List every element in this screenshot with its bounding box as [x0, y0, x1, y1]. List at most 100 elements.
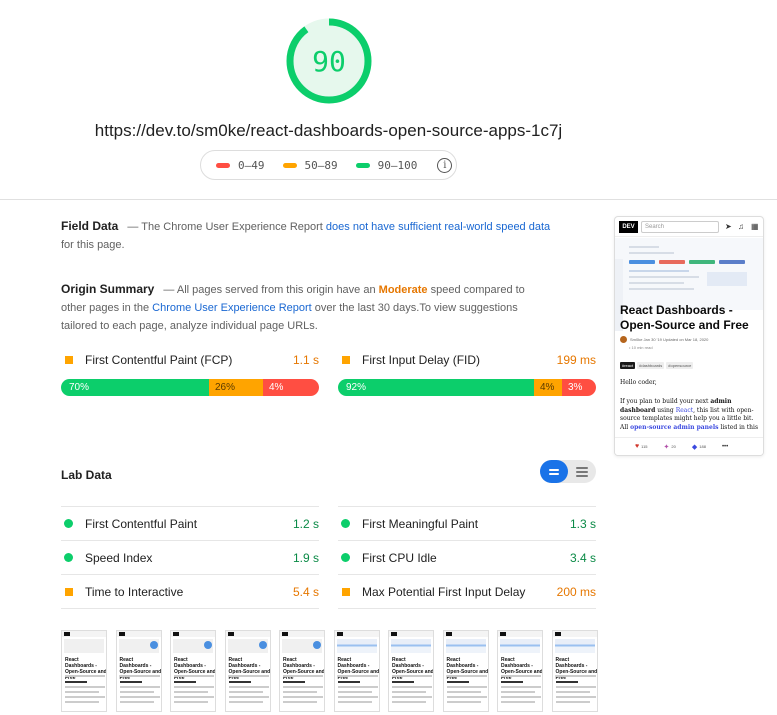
tag: #react [620, 362, 636, 369]
distribution-fast: 70% [61, 379, 209, 396]
origin-summary-text-1: — All pages served from this origin have… [163, 284, 376, 296]
performance-score: 90 [312, 44, 346, 78]
article-meta: Sm0ke Jan 30 '19 Updated on Mar 18, 2020 [620, 336, 708, 343]
reaction-count: 20 [671, 444, 676, 449]
filmstrip-frame: React Dashboards - Open-Source and Free [497, 630, 543, 712]
filmstrip-frame: React Dashboards - Open-Source and Free [61, 630, 107, 712]
lab-metric-row: First CPU Idle 3.4 s [338, 540, 596, 574]
frame-title: React Dashboards - Open-Source and Free [501, 657, 543, 681]
lab-metric-label: First Contentful Paint [85, 516, 198, 531]
legend-label-average: 50–89 [304, 158, 338, 172]
compact-view-button[interactable] [540, 460, 568, 483]
distribution-average: 26% [209, 379, 263, 396]
lab-metric-label: Speed Index [85, 550, 153, 565]
lab-metric-value: 1.2 s [292, 516, 319, 531]
performance-score-gauge: 90 [285, 17, 373, 105]
field-data-title: Field Data [61, 219, 119, 233]
dev-logo: DEV [619, 221, 638, 233]
distribution-bar: 92% 4% 3% [338, 379, 596, 396]
lab-metrics-right: First Meaningful Paint 1.3 s First CPU I… [338, 506, 596, 609]
field-data-section: Field Data — The Chrome User Experience … [61, 217, 551, 254]
filmstrip-frame: React Dashboards - Open-Source and Free [333, 630, 380, 712]
header-divider [0, 199, 777, 200]
average-square-icon [65, 356, 73, 364]
lab-metric-label: First CPU Idle [362, 550, 437, 565]
filmstrip-frame: React Dashboards - Open-Source and Free [224, 630, 271, 712]
lab-metric-row: Max Potential First Input Delay 200 ms [338, 574, 596, 608]
filmstrip-frame: React Dashboards - Open-Source and Free [115, 630, 162, 712]
legend-item-average: 50–89 [282, 158, 338, 172]
crux-report-link[interactable]: Chrome User Experience Report [152, 302, 312, 314]
origin-summary-section: Origin Summary — All pages served from t… [61, 280, 551, 335]
legend-swatch-fail [216, 162, 230, 168]
frame-title: React Dashboards - Open-Source and Free [228, 657, 271, 681]
tag: #opensource [666, 362, 694, 369]
distribution-slow: 4% [263, 379, 319, 396]
lab-metric-row: Time to Interactive 5.4 s [61, 574, 319, 608]
filmstrip-frame: React Dashboards - Open-Source and Free [442, 630, 489, 712]
legend-label-pass: 90–100 [377, 158, 418, 172]
legend-item-fail: 0–49 [216, 159, 265, 172]
reaction-bar: ♥ 115 ✦ 20 ◆ 188 ••• [615, 437, 763, 455]
origin-metric-fid: First Input Delay (FID) 199 ms 92% 4% 3% [338, 350, 596, 396]
lab-metric-row: Speed Index 1.9 s [61, 540, 319, 574]
filmstrip-frame: React Dashboards - Open-Source and Free [279, 630, 325, 712]
field-data-text: — The Chrome User Experience Report [127, 221, 323, 233]
legend-label-fail: 0–49 [238, 158, 265, 172]
frame-title: React Dashboards - Open-Source and Free [446, 657, 489, 681]
expanded-view-button[interactable] [568, 460, 596, 483]
distribution-average: 4% [534, 379, 562, 396]
article-meta-text: Sm0ke Jan 30 '19 Updated on Mar 18, 2020 [630, 337, 709, 342]
lab-metric-value: 5.4 s [292, 584, 319, 599]
frame-title: React Dashboards - Open-Source and Free [392, 657, 434, 681]
pass-circle-icon [341, 553, 350, 562]
tag: #dashboards [637, 362, 665, 369]
field-data-link[interactable]: does not have sufficient real-world spee… [326, 221, 550, 233]
lab-metric-value: 200 ms [556, 584, 596, 599]
frame-title: React Dashboards - Open-Source and Free [283, 657, 325, 681]
average-square-icon [342, 587, 350, 596]
screenshot-search: Search [641, 221, 719, 233]
lab-metrics-left: First Contentful Paint 1.2 s Speed Index… [61, 506, 319, 609]
filmstrip-frame: React Dashboards - Open-Source and Free [170, 630, 216, 712]
origin-metric-fcp: First Contentful Paint (FCP) 1.1 s 70% 2… [61, 350, 319, 396]
filmstrip-frame: React Dashboards - Open-Source and Free [388, 630, 434, 712]
lab-divider [338, 608, 596, 609]
pass-circle-icon [64, 519, 73, 528]
lab-metric-value: 1.9 s [292, 550, 319, 565]
lab-metric-value: 3.4 s [569, 550, 596, 565]
pass-circle-icon [64, 553, 73, 562]
lab-divider [61, 608, 319, 609]
origin-summary-title: Origin Summary [61, 282, 155, 296]
frame-title: React Dashboards - Open-Source and Free [119, 657, 162, 681]
cover-image [615, 238, 763, 331]
distribution-bar: 70% 26% 4% [61, 379, 319, 396]
lab-metric-label: Time to Interactive [85, 584, 184, 599]
article-tags: #react #dashboards #opensource [620, 362, 695, 369]
unicorn-icon: ✦ [663, 443, 670, 451]
legend-swatch-pass [355, 162, 370, 168]
frame-title: React Dashboards - Open-Source and Free [337, 657, 380, 681]
distribution-slow: 3% [562, 379, 596, 396]
final-screenshot[interactable]: DEV Search ➤ ♫ ▦ React Dashboards - Open… [614, 216, 764, 456]
frame-title: React Dashboards - Open-Source and Free [65, 657, 107, 681]
score-legend: 0–49 50–89 90–100 i [200, 150, 457, 180]
lab-metric-label: Max Potential First Input Delay [362, 584, 526, 599]
view-toggle [540, 460, 596, 483]
lab-metric-row: First Meaningful Paint 1.3 s [338, 506, 596, 540]
article-greeting: Hello coder, [620, 379, 657, 386]
avatar [620, 336, 627, 343]
legend-swatch-average [282, 162, 297, 168]
frame-title: React Dashboards - Open-Source and Free [555, 657, 598, 681]
lab-data-title: Lab Data [61, 468, 112, 482]
grid-icon: ▦ [751, 222, 759, 231]
distribution-fast: 92% [338, 379, 534, 396]
lab-metric-value: 1.3 s [569, 516, 596, 531]
origin-metric-label: First Input Delay (FID) [362, 353, 481, 367]
average-square-icon [65, 587, 73, 596]
article-title: React Dashboards - Open-Source and Free [620, 303, 749, 332]
info-icon[interactable]: i [437, 157, 453, 173]
frame-title: React Dashboards - Open-Source and Free [174, 657, 216, 681]
legend-item-pass: 90–100 [355, 158, 418, 172]
origin-metric-value: 199 ms [556, 353, 596, 367]
